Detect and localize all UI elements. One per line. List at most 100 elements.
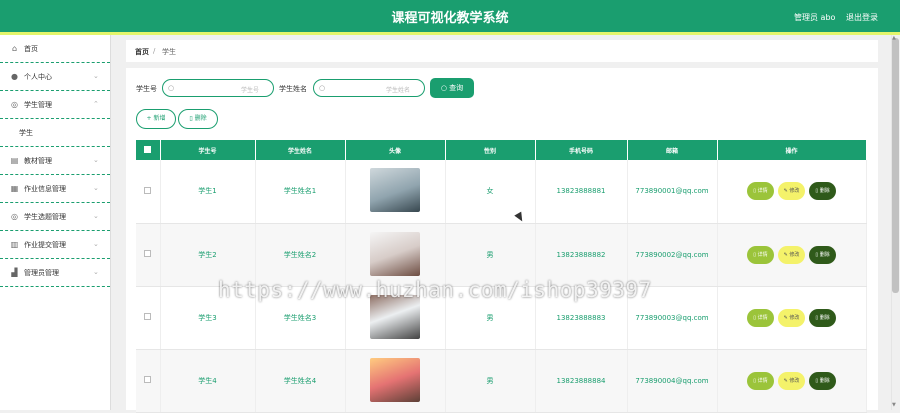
add-label: 新增 [153,115,166,122]
chevron-up-icon: ⌃ [93,100,99,108]
avatar [370,357,420,402]
sidebar-item-homework-submission[interactable]: ▥ 作业提交管理 ⌄ [0,231,110,259]
detail-label: 详情 [757,314,768,321]
column-header: 性别 [445,140,536,160]
phone-cell: 13823888884 [535,349,628,413]
avatar-cell [345,223,446,287]
sidebar-item-admin-management[interactable]: ▟ 管理员管理 ⌄ [0,259,110,287]
detail-button[interactable]: ▯ 详情 [747,245,774,264]
row-checkbox[interactable] [136,286,161,350]
student-no-cell: 学生1 [160,160,256,224]
select-all-checkbox[interactable] [136,140,161,160]
actions-cell: ▯ 详情 ✎ 修改 ▯ 删除 [717,223,867,287]
edit-button[interactable]: ✎ 修改 [777,182,806,201]
phone-cell: 13823888881 [535,160,628,224]
chevron-down-icon: ⌄ [93,212,99,220]
student-no-cell: 学生4 [160,349,256,413]
scrollbar-thumb[interactable] [892,38,899,293]
student-name-label: 学生姓名 [279,85,307,93]
edit-button[interactable]: ✎ 修改 [777,371,806,390]
avatar-cell [345,349,446,413]
sidebar-item-label: 个人中心 [24,73,52,81]
row-checkbox[interactable] [136,349,161,413]
edit-label: 修改 [789,377,800,384]
delete-button[interactable]: ▯ 删除 [809,182,836,201]
sidebar-item-label: 学生选题管理 [24,213,66,221]
column-header: 邮箱 [627,140,718,160]
gender-cell: 男 [445,223,536,287]
student-name-input[interactable]: ○ 学生姓名 [313,79,425,97]
actions-cell: ▯ 详情 ✎ 修改 ▯ 删除 [717,160,867,224]
table-row: 学生2 学生姓名2 男 13823888882 773890002@qq.com… [136,223,867,287]
avatar [370,168,420,213]
student-name-cell: 学生姓名2 [255,223,346,287]
detail-button[interactable]: ▯ 详情 [747,308,774,327]
student-no-input[interactable]: ○ 学生号 [162,79,274,97]
watermark: https://www.huzhan.com/ishop39397 [218,278,652,302]
delete-label: 删除 [194,115,207,122]
sidebar-item-label: 学生 [19,129,33,137]
edit-label: 修改 [789,188,800,195]
add-button[interactable]: + 新增 [136,109,176,129]
checkbox[interactable] [144,145,152,153]
avatar-cell [345,160,446,224]
sidebar-item-label: 作业提交管理 [24,241,66,249]
scroll-up-icon[interactable]: ▲ [892,35,896,41]
compass-icon: ◎ [11,100,18,109]
query-label: 查询 [449,84,464,92]
edit-button[interactable]: ✎ 修改 [777,308,806,327]
current-user: 管理员 abo [794,13,836,22]
chevron-down-icon: ⌄ [93,156,99,164]
delete-button[interactable]: ▯ 删除 [809,371,836,390]
student-no-placeholder: 学生号 [240,87,259,94]
checkbox[interactable] [144,250,152,257]
query-button[interactable]: ○ 查询 [430,78,474,98]
breadcrumb-separator: / [153,47,156,55]
actions-cell: ▯ 详情 ✎ 修改 ▯ 删除 [717,286,867,350]
search-icon: ○ [319,84,326,92]
detail-label: 详情 [757,188,768,195]
student-no-cell: 学生2 [160,223,256,287]
detail-button[interactable]: ▯ 详情 [747,371,774,390]
sidebar-item-student-management[interactable]: ◎ 学生管理 ⌃ [0,91,110,119]
checkbox[interactable] [144,376,152,383]
checkbox[interactable] [144,313,152,320]
student-name-cell: 学生姓名1 [255,160,346,224]
edit-label: 修改 [789,314,800,321]
chart-icon: ▟ [11,268,18,277]
sidebar-item-label: 首页 [24,45,38,53]
breadcrumb: 首页 / 学生 [126,40,878,62]
column-header: 手机号码 [535,140,628,160]
sidebar-item-textbook-management[interactable]: ▤ 教材管理 ⌄ [0,147,110,175]
delete-button[interactable]: ▯ 删除 [809,245,836,264]
sidebar-item-label: 作业信息管理 [24,185,66,193]
delete-button[interactable]: ▯ 删除 [809,308,836,327]
sidebar-item-profile[interactable]: ● 个人中心 ⌄ [0,63,110,91]
chevron-down-icon: ⌄ [93,184,99,192]
table-header-row: 学生号 学生姓名 头像 性别 手机号码 邮箱 操作 [136,140,867,160]
sidebar-item-home[interactable]: ⌂ 首页 [0,35,110,63]
email-cell: 773890002@qq.com [627,223,718,287]
scroll-down-icon[interactable]: ▼ [892,402,896,408]
logout-link[interactable]: 退出登录 [846,12,878,23]
row-checkbox[interactable] [136,223,161,287]
checkbox[interactable] [144,186,152,194]
printer-icon: ▥ [10,240,19,249]
edit-button[interactable]: ✎ 修改 [777,245,806,264]
sidebar-subitem-student[interactable]: 学生 [0,119,110,147]
student-name-placeholder: 学生姓名 [385,87,410,94]
breadcrumb-home[interactable]: 首页 [135,47,149,57]
delete-label: 删除 [819,188,830,195]
user-icon: ● [11,72,18,81]
detail-button[interactable]: ▯ 详情 [747,182,774,201]
sidebar-item-topic-selection[interactable]: ◎ 学生选题管理 ⌄ [0,203,110,231]
chevron-down-icon: ⌄ [93,72,99,80]
sidebar-item-label: 管理员管理 [24,269,59,277]
main-content: 学生号 ○ 学生号 学生姓名 ○ 学生姓名 ○ 查询 + 新增 ▯ 删除 学生号… [126,68,878,413]
sidebar-item-homework-info[interactable]: ▦ 作业信息管理 ⌄ [0,175,110,203]
actions-cell: ▯ 详情 ✎ 修改 ▯ 删除 [717,349,867,413]
column-header: 学生号 [160,140,256,160]
column-header: 头像 [345,140,446,160]
batch-delete-button[interactable]: ▯ 删除 [178,109,218,129]
row-checkbox[interactable] [136,160,161,224]
